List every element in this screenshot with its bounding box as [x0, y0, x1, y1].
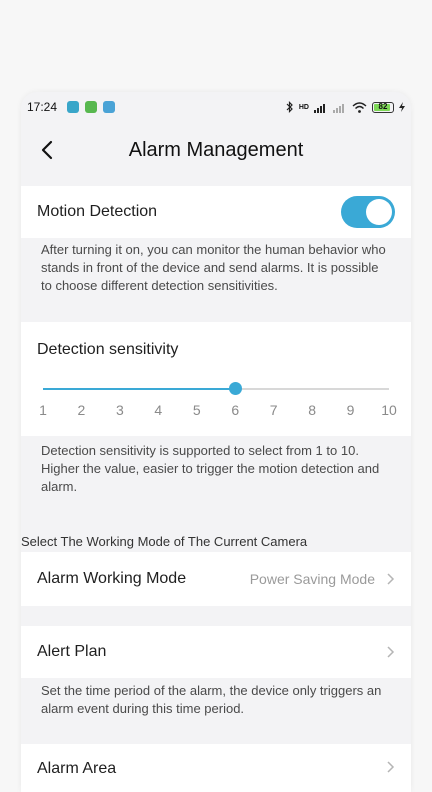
- battery-icon: 82: [372, 101, 394, 113]
- alarm-working-mode-value: Power Saving Mode: [249, 571, 375, 587]
- alarm-area-label: Alarm Area: [37, 760, 117, 777]
- sensitivity-tick-8: 8: [308, 402, 317, 418]
- signal-icon: [314, 103, 325, 113]
- sensitivity-tick-4: 4: [154, 402, 163, 418]
- working-mode-caption: Select The Working Mode of The Current C…: [21, 534, 308, 549]
- motion-detection-description: After turning it on, you can monitor the…: [41, 242, 386, 293]
- battery-percent: 82: [378, 101, 388, 111]
- chevron-right-icon: [387, 761, 395, 773]
- chevron-right-icon: [387, 646, 395, 658]
- sensitivity-description: Detection sensitivity is supported to se…: [41, 443, 380, 494]
- sensitivity-tick-6: 6: [231, 402, 240, 418]
- app-screen: 17:24 HD 82 Alarm Management Motion Dete…: [21, 92, 411, 792]
- sensitivity-slider[interactable]: [43, 382, 389, 395]
- alarm-area-row[interactable]: Alarm Area: [21, 744, 411, 792]
- alert-plan-label: Alert Plan: [37, 643, 107, 660]
- status-time: 17:24: [27, 100, 58, 114]
- motion-detection-toggle[interactable]: [341, 196, 395, 228]
- page-title: Alarm Management: [128, 138, 304, 161]
- sensitivity-tick-7: 7: [269, 402, 278, 418]
- alarm-working-mode-row[interactable]: Alarm Working Mode Power Saving Mode: [21, 552, 411, 606]
- alarm-working-mode-label: Alarm Working Mode: [37, 570, 187, 587]
- sensitivity-tick-2: 2: [77, 402, 86, 418]
- bluetooth-icon: [286, 101, 293, 113]
- app-notification-icon: [67, 101, 80, 113]
- sensitivity-ticks: 1 2 3 4 5 6 7 8 9 10: [21, 402, 411, 422]
- alert-plan-row[interactable]: Alert Plan: [21, 626, 411, 678]
- app-notification-icon: [103, 101, 116, 113]
- motion-detection-row: Motion Detection: [21, 186, 411, 238]
- sensitivity-tick-9: 9: [346, 402, 355, 418]
- header: Alarm Management: [21, 122, 411, 178]
- sensitivity-label: Detection sensitivity: [37, 341, 179, 358]
- sensitivity-card: Detection sensitivity 1 2 3 4 5 6 7 8 9 10: [21, 322, 411, 436]
- wifi-icon: [352, 101, 367, 113]
- sensitivity-tick-10: 10: [381, 402, 397, 418]
- slider-fill: [43, 388, 236, 390]
- status-bar: 17:24 HD 82: [21, 92, 411, 122]
- sensitivity-tick-1: 1: [39, 402, 47, 418]
- chevron-right-icon: [387, 573, 395, 585]
- back-arrow-icon[interactable]: [37, 138, 59, 162]
- slider-thumb[interactable]: [229, 382, 243, 395]
- charging-icon: [399, 102, 405, 112]
- notification-icons: [67, 101, 116, 113]
- app-notification-icon: [85, 101, 98, 113]
- sensitivity-tick-3: 3: [115, 402, 124, 418]
- status-indicators: HD 82: [286, 101, 405, 113]
- toggle-knob: [366, 199, 392, 225]
- network-type: HD: [298, 103, 309, 111]
- alert-plan-description: Set the time period of the alarm, the de…: [41, 683, 382, 716]
- signal-icon-2: [333, 103, 344, 113]
- sensitivity-tick-5: 5: [192, 402, 201, 418]
